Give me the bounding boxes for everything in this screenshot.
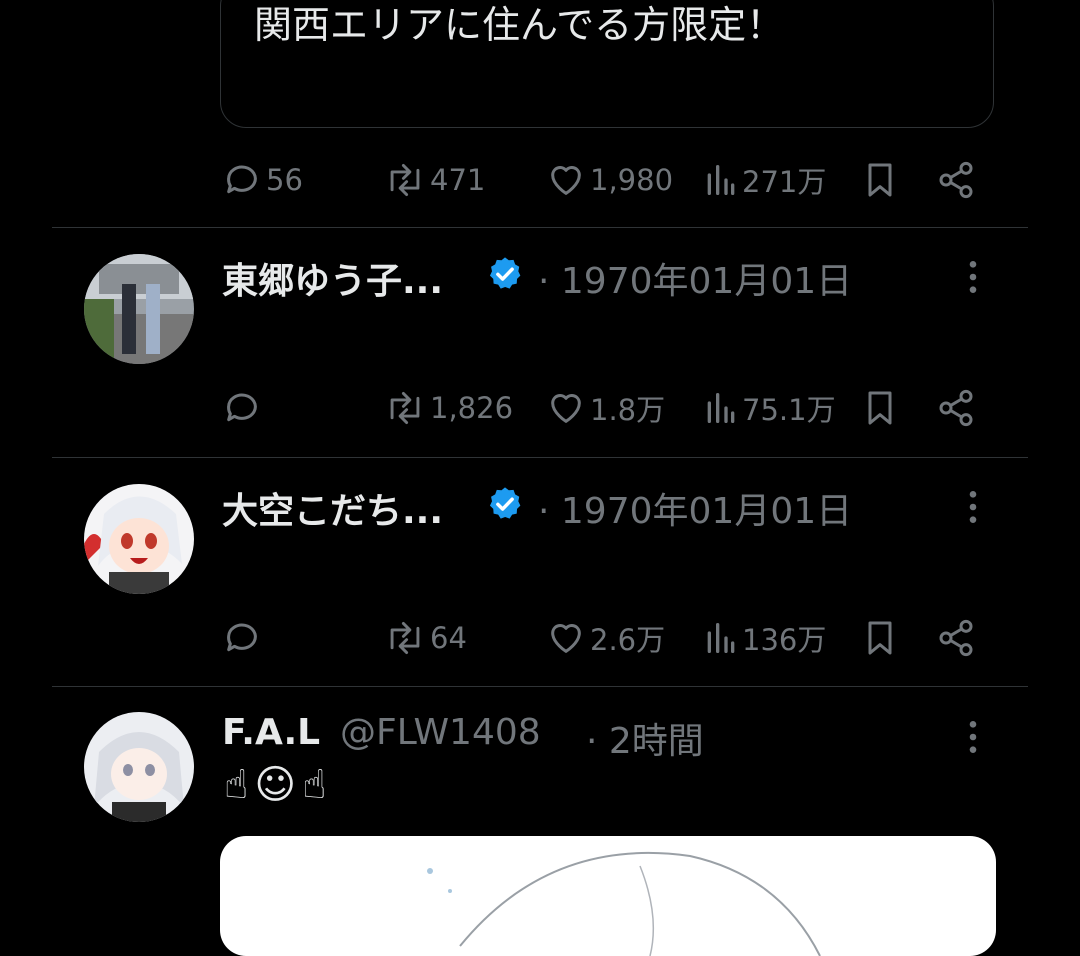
- quoted-tweet-text: 関西エリアに住んでる方限定！: [254, 3, 785, 47]
- views-button[interactable]: 271万: [704, 154, 826, 206]
- like-count: 1,980: [590, 163, 674, 197]
- view-count: 271万: [742, 165, 827, 199]
- reply-icon: [227, 165, 257, 194]
- heart-icon: [551, 624, 581, 653]
- tweet-date[interactable]: · 1970年01月01日: [538, 482, 852, 534]
- like-button[interactable]: 1,980: [546, 154, 673, 206]
- anime-illustration-icon: [427, 851, 821, 956]
- view-count: 136万: [742, 623, 827, 657]
- tweet-time[interactable]: · 2時間: [586, 712, 704, 764]
- avatar[interactable]: [84, 712, 194, 822]
- pointing-up-emoji: ☝: [302, 762, 327, 808]
- avatar-anime-character-icon: [84, 712, 194, 822]
- views-icon: [707, 165, 735, 195]
- display-name[interactable]: 東郷ゆう子...: [222, 252, 443, 304]
- reply-icon: [227, 393, 257, 422]
- reply-button[interactable]: [222, 382, 266, 434]
- view-count: 75.1万: [742, 393, 836, 427]
- share-button[interactable]: [936, 612, 976, 664]
- retweet-count: 1,826: [430, 391, 514, 425]
- like-count: 1.8万: [590, 393, 666, 427]
- tweet-actions: 1,826 1.8万 75.1万: [0, 382, 1080, 434]
- more-options-icon[interactable]: [962, 258, 984, 296]
- retweet-button[interactable]: 64: [384, 612, 467, 664]
- views-button[interactable]: 75.1万: [704, 382, 836, 434]
- share-button[interactable]: [936, 154, 976, 206]
- avatar[interactable]: [84, 254, 194, 364]
- bookmark-icon: [868, 621, 892, 655]
- avatar-anime-character-icon: [84, 484, 194, 594]
- views-icon: [707, 623, 735, 653]
- reply-button[interactable]: [222, 612, 266, 664]
- reply-count: 56: [266, 163, 303, 197]
- tweet-actions: 64 2.6万 136万: [0, 612, 1080, 664]
- divider: [52, 457, 1028, 458]
- share-icon: [939, 619, 973, 657]
- retweet-button[interactable]: 1,826: [384, 382, 513, 434]
- pointing-up-emoji: ☝: [224, 762, 249, 808]
- share-icon: [939, 161, 973, 199]
- divider: [52, 227, 1028, 228]
- like-count: 2.6万: [590, 623, 666, 657]
- tweet-actions: 56 471 1,980 271万: [0, 154, 1080, 206]
- bookmark-button[interactable]: [862, 154, 898, 206]
- avatar-photo-icon: [84, 254, 194, 364]
- bookmark-button[interactable]: [862, 382, 898, 434]
- more-options-icon[interactable]: [962, 718, 984, 756]
- views-button[interactable]: 136万: [704, 612, 826, 664]
- like-button[interactable]: 1.8万: [546, 382, 665, 434]
- heart-icon: [551, 166, 581, 195]
- share-icon: [939, 389, 973, 427]
- bookmark-icon: [868, 163, 892, 197]
- verified-badge-icon: [489, 487, 521, 519]
- bookmark-button[interactable]: [862, 612, 898, 664]
- reply-icon: [227, 623, 257, 652]
- views-icon: [707, 393, 735, 423]
- heart-icon: [551, 394, 581, 423]
- avatar[interactable]: [84, 484, 194, 594]
- retweet-icon: [390, 622, 420, 654]
- reply-button[interactable]: 56: [222, 154, 303, 206]
- verified-badge-icon: [489, 257, 521, 289]
- retweet-count: 64: [430, 621, 467, 655]
- bookmark-icon: [868, 391, 892, 425]
- display-name[interactable]: F.A.L: [222, 712, 320, 753]
- tweet-date[interactable]: · 1970年01月01日: [538, 252, 852, 304]
- retweet-button[interactable]: 471: [384, 154, 485, 206]
- smiling-face-emoji: ☺: [254, 762, 297, 808]
- retweet-icon: [390, 392, 420, 424]
- like-button[interactable]: 2.6万: [546, 612, 665, 664]
- retweet-icon: [390, 164, 420, 196]
- tweet-text: ☝ ☺ ☝: [224, 762, 326, 808]
- retweet-count: 471: [430, 163, 486, 197]
- user-handle[interactable]: @FLW1408: [340, 712, 541, 753]
- display-name[interactable]: 大空こだち...: [222, 482, 443, 534]
- tweet-media-image[interactable]: [220, 836, 996, 956]
- divider: [52, 686, 1028, 687]
- share-button[interactable]: [936, 382, 976, 434]
- more-options-icon[interactable]: [962, 488, 984, 526]
